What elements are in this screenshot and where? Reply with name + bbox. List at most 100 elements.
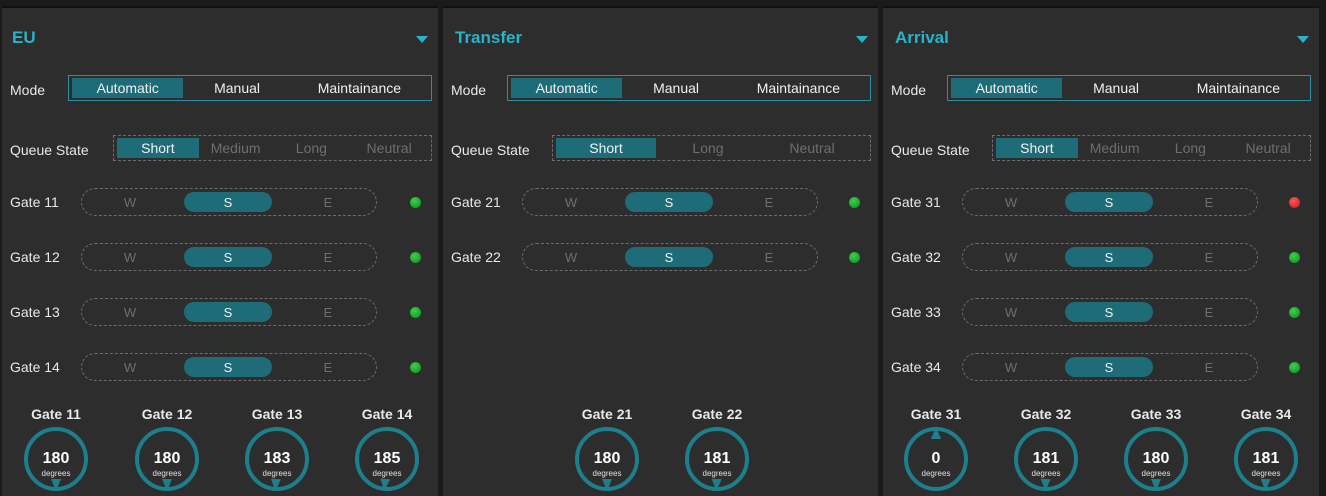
mode-option-automatic[interactable]: Automatic (951, 78, 1063, 98)
gauge-label: Gate 32 (1020, 406, 1072, 422)
gate-gauge: Gate 14 185 degrees (347, 406, 427, 496)
queue-state-selector: Short Long Neutral (552, 135, 871, 161)
gate-gauge: Gate 12 180 degrees (127, 406, 207, 496)
gauge-unit: degrees (592, 469, 622, 478)
queue-option-short[interactable]: Short (556, 138, 656, 158)
chevron-down-icon[interactable] (856, 36, 868, 43)
direction-w[interactable]: W (971, 247, 1051, 267)
direction-selector: W S E (81, 243, 377, 271)
queue-option-neutral[interactable]: Neutral (760, 138, 864, 158)
gauge-label: Gate 21 (581, 406, 633, 422)
gate-label: Gate 22 (451, 249, 501, 265)
chevron-down-icon[interactable] (416, 36, 428, 43)
queue-option-short[interactable]: Short (117, 138, 199, 158)
status-indicator (1289, 307, 1300, 318)
mode-option-automatic[interactable]: Automatic (511, 78, 623, 98)
status-indicator (1289, 252, 1300, 263)
panel-header: Transfer (443, 14, 878, 58)
mode-selector: Automatic Manual Maintainance (947, 75, 1311, 101)
mode-label: Mode (891, 82, 927, 98)
direction-s[interactable]: S (1065, 302, 1153, 322)
queue-option-long[interactable]: Long (273, 138, 351, 158)
mode-option-maintainance[interactable]: Maintainance (1170, 78, 1307, 98)
gauge-label: Gate 12 (141, 406, 193, 422)
direction-s[interactable]: S (625, 247, 713, 267)
gate-row: Gate 12 W S E (10, 243, 430, 273)
gate-gauge: Gate 22 181 degrees (677, 406, 757, 496)
queue-option-neutral[interactable]: Neutral (1229, 138, 1307, 158)
direction-s[interactable]: S (1065, 357, 1153, 377)
direction-selector: W S E (522, 243, 818, 271)
direction-w[interactable]: W (971, 357, 1051, 377)
direction-s[interactable]: S (184, 192, 272, 212)
queue-option-short[interactable]: Short (996, 138, 1078, 158)
direction-w[interactable]: W (90, 357, 170, 377)
direction-w[interactable]: W (971, 302, 1051, 322)
mode-option-maintainance[interactable]: Maintainance (291, 78, 428, 98)
mode-option-maintainance[interactable]: Maintainance (730, 78, 867, 98)
gauge-label: Gate 11 (31, 406, 81, 422)
queue-option-medium[interactable]: Medium (199, 138, 273, 158)
status-indicator (410, 362, 421, 373)
queue-option-long[interactable]: Long (1152, 138, 1230, 158)
direction-s[interactable]: S (1065, 192, 1153, 212)
queue-option-neutral[interactable]: Neutral (350, 138, 428, 158)
gate-gauge: Gate 32 181 degrees (1006, 406, 1086, 496)
gate-label: Gate 12 (10, 249, 60, 265)
mode-option-manual[interactable]: Manual (1062, 78, 1169, 98)
direction-w[interactable]: W (90, 302, 170, 322)
gauge-value: 181 (703, 450, 731, 467)
gauge-value: 181 (1252, 450, 1280, 467)
direction-selector: W S E (81, 353, 377, 381)
direction-e[interactable]: E (288, 247, 368, 267)
mode-label: Mode (451, 82, 487, 98)
direction-s[interactable]: S (1065, 247, 1153, 267)
direction-w[interactable]: W (90, 247, 170, 267)
direction-s[interactable]: S (184, 302, 272, 322)
direction-e[interactable]: E (729, 247, 809, 267)
direction-s[interactable]: S (184, 247, 272, 267)
direction-selector: W S E (962, 298, 1258, 326)
mode-option-automatic[interactable]: Automatic (72, 78, 184, 98)
mode-label: Mode (10, 82, 46, 98)
direction-e[interactable]: E (1169, 302, 1249, 322)
direction-selector: W S E (522, 188, 818, 216)
direction-w[interactable]: W (90, 192, 170, 212)
direction-e[interactable]: E (1169, 357, 1249, 377)
direction-e[interactable]: E (1169, 247, 1249, 267)
gate-gauge: Gate 21 180 degrees (567, 406, 647, 496)
gate-label: Gate 11 (10, 194, 59, 210)
gauge-value: 185 (373, 450, 401, 467)
gauge-unit: degrees (372, 469, 402, 478)
status-indicator (849, 197, 860, 208)
direction-selector: W S E (962, 353, 1258, 381)
direction-e[interactable]: E (288, 302, 368, 322)
direction-w[interactable]: W (971, 192, 1051, 212)
direction-s[interactable]: S (184, 357, 272, 377)
direction-e[interactable]: E (729, 192, 809, 212)
direction-s[interactable]: S (625, 192, 713, 212)
direction-e[interactable]: E (288, 192, 368, 212)
chevron-down-icon[interactable] (1297, 36, 1309, 43)
queue-state-selector: Short Medium Long Neutral (113, 135, 432, 161)
mode-option-manual[interactable]: Manual (622, 78, 729, 98)
queue-option-long[interactable]: Long (656, 138, 760, 158)
gauge-value: 180 (1142, 450, 1170, 467)
direction-e[interactable]: E (1169, 192, 1249, 212)
gauge-label: Gate 33 (1130, 406, 1182, 422)
gate-label: Gate 34 (891, 359, 941, 375)
mode-option-manual[interactable]: Manual (183, 78, 290, 98)
direction-w[interactable]: W (531, 247, 611, 267)
direction-w[interactable]: W (531, 192, 611, 212)
gauge-value: 0 (931, 450, 941, 467)
gauge-value: 183 (263, 450, 291, 467)
mode-selector: Automatic Manual Maintainance (507, 75, 871, 101)
queue-option-medium[interactable]: Medium (1078, 138, 1152, 158)
panel-arrival: Arrival Mode Automatic Manual Maintainan… (883, 6, 1319, 496)
direction-e[interactable]: E (288, 357, 368, 377)
gate-row: Gate 32 W S E (891, 243, 1311, 273)
gate-row: Gate 31 W S E (891, 188, 1311, 218)
gauge-unit: degrees (262, 469, 292, 478)
panel-title: EU (12, 28, 36, 47)
gate-row: Gate 33 W S E (891, 298, 1311, 328)
